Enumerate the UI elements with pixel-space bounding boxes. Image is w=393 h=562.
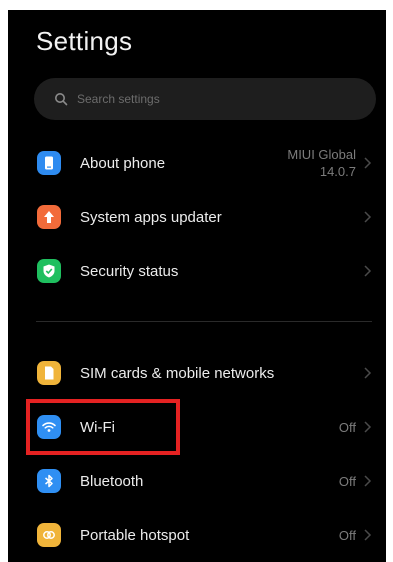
- chevron-right-icon: [364, 211, 372, 223]
- settings-item-label: About phone: [80, 154, 166, 172]
- settings-item-bluetooth[interactable]: Bluetooth Off: [8, 456, 386, 506]
- miui-version-value: MIUI Global 14.0.7: [287, 146, 356, 180]
- search-placeholder: Search settings: [77, 92, 160, 106]
- hotspot-status-value: Off: [338, 527, 356, 543]
- chevron-right-icon: [364, 475, 372, 487]
- chevron-right-icon: [364, 421, 372, 433]
- search-bar[interactable]: Search settings: [34, 78, 376, 120]
- settings-item-label: Bluetooth: [80, 472, 144, 490]
- chevron-right-icon: [364, 265, 372, 277]
- section-divider: [36, 321, 372, 322]
- phone-info-icon: [37, 151, 61, 175]
- chevron-right-icon: [364, 157, 372, 169]
- settings-item-label: SIM cards & mobile networks: [80, 364, 275, 382]
- settings-item-label: Portable hotspot: [80, 526, 190, 544]
- screenshot-top-crop: [0, 0, 393, 10]
- settings-screen: Settings Search settings About phone MIU…: [8, 10, 386, 562]
- settings-item-sim-cards[interactable]: SIM cards & mobile networks: [8, 348, 386, 398]
- value-line-2: 14.0.7: [319, 164, 356, 179]
- page-title: Settings: [36, 26, 133, 56]
- settings-item-label: Security status: [80, 262, 179, 280]
- settings-item-security-status[interactable]: Security status: [8, 246, 386, 296]
- value-line-1: MIUI Global: [287, 147, 356, 162]
- settings-item-label: System apps updater: [80, 208, 222, 226]
- bluetooth-icon: [37, 469, 61, 493]
- bluetooth-status-value: Off: [338, 473, 356, 489]
- arrow-up-icon: [37, 205, 61, 229]
- settings-item-system-apps-updater[interactable]: System apps updater: [8, 192, 386, 242]
- settings-item-about-phone[interactable]: About phone MIUI Global 14.0.7: [8, 138, 386, 188]
- wifi-status-value: Off: [338, 419, 356, 435]
- hotspot-icon: [37, 523, 61, 547]
- sim-card-icon: [37, 361, 61, 385]
- wifi-highlight-annotation: [26, 399, 180, 455]
- chevron-right-icon: [364, 529, 372, 541]
- chevron-right-icon: [364, 367, 372, 379]
- settings-item-portable-hotspot[interactable]: Portable hotspot Off: [8, 510, 386, 560]
- shield-check-icon: [37, 259, 61, 283]
- search-icon: [55, 93, 68, 106]
